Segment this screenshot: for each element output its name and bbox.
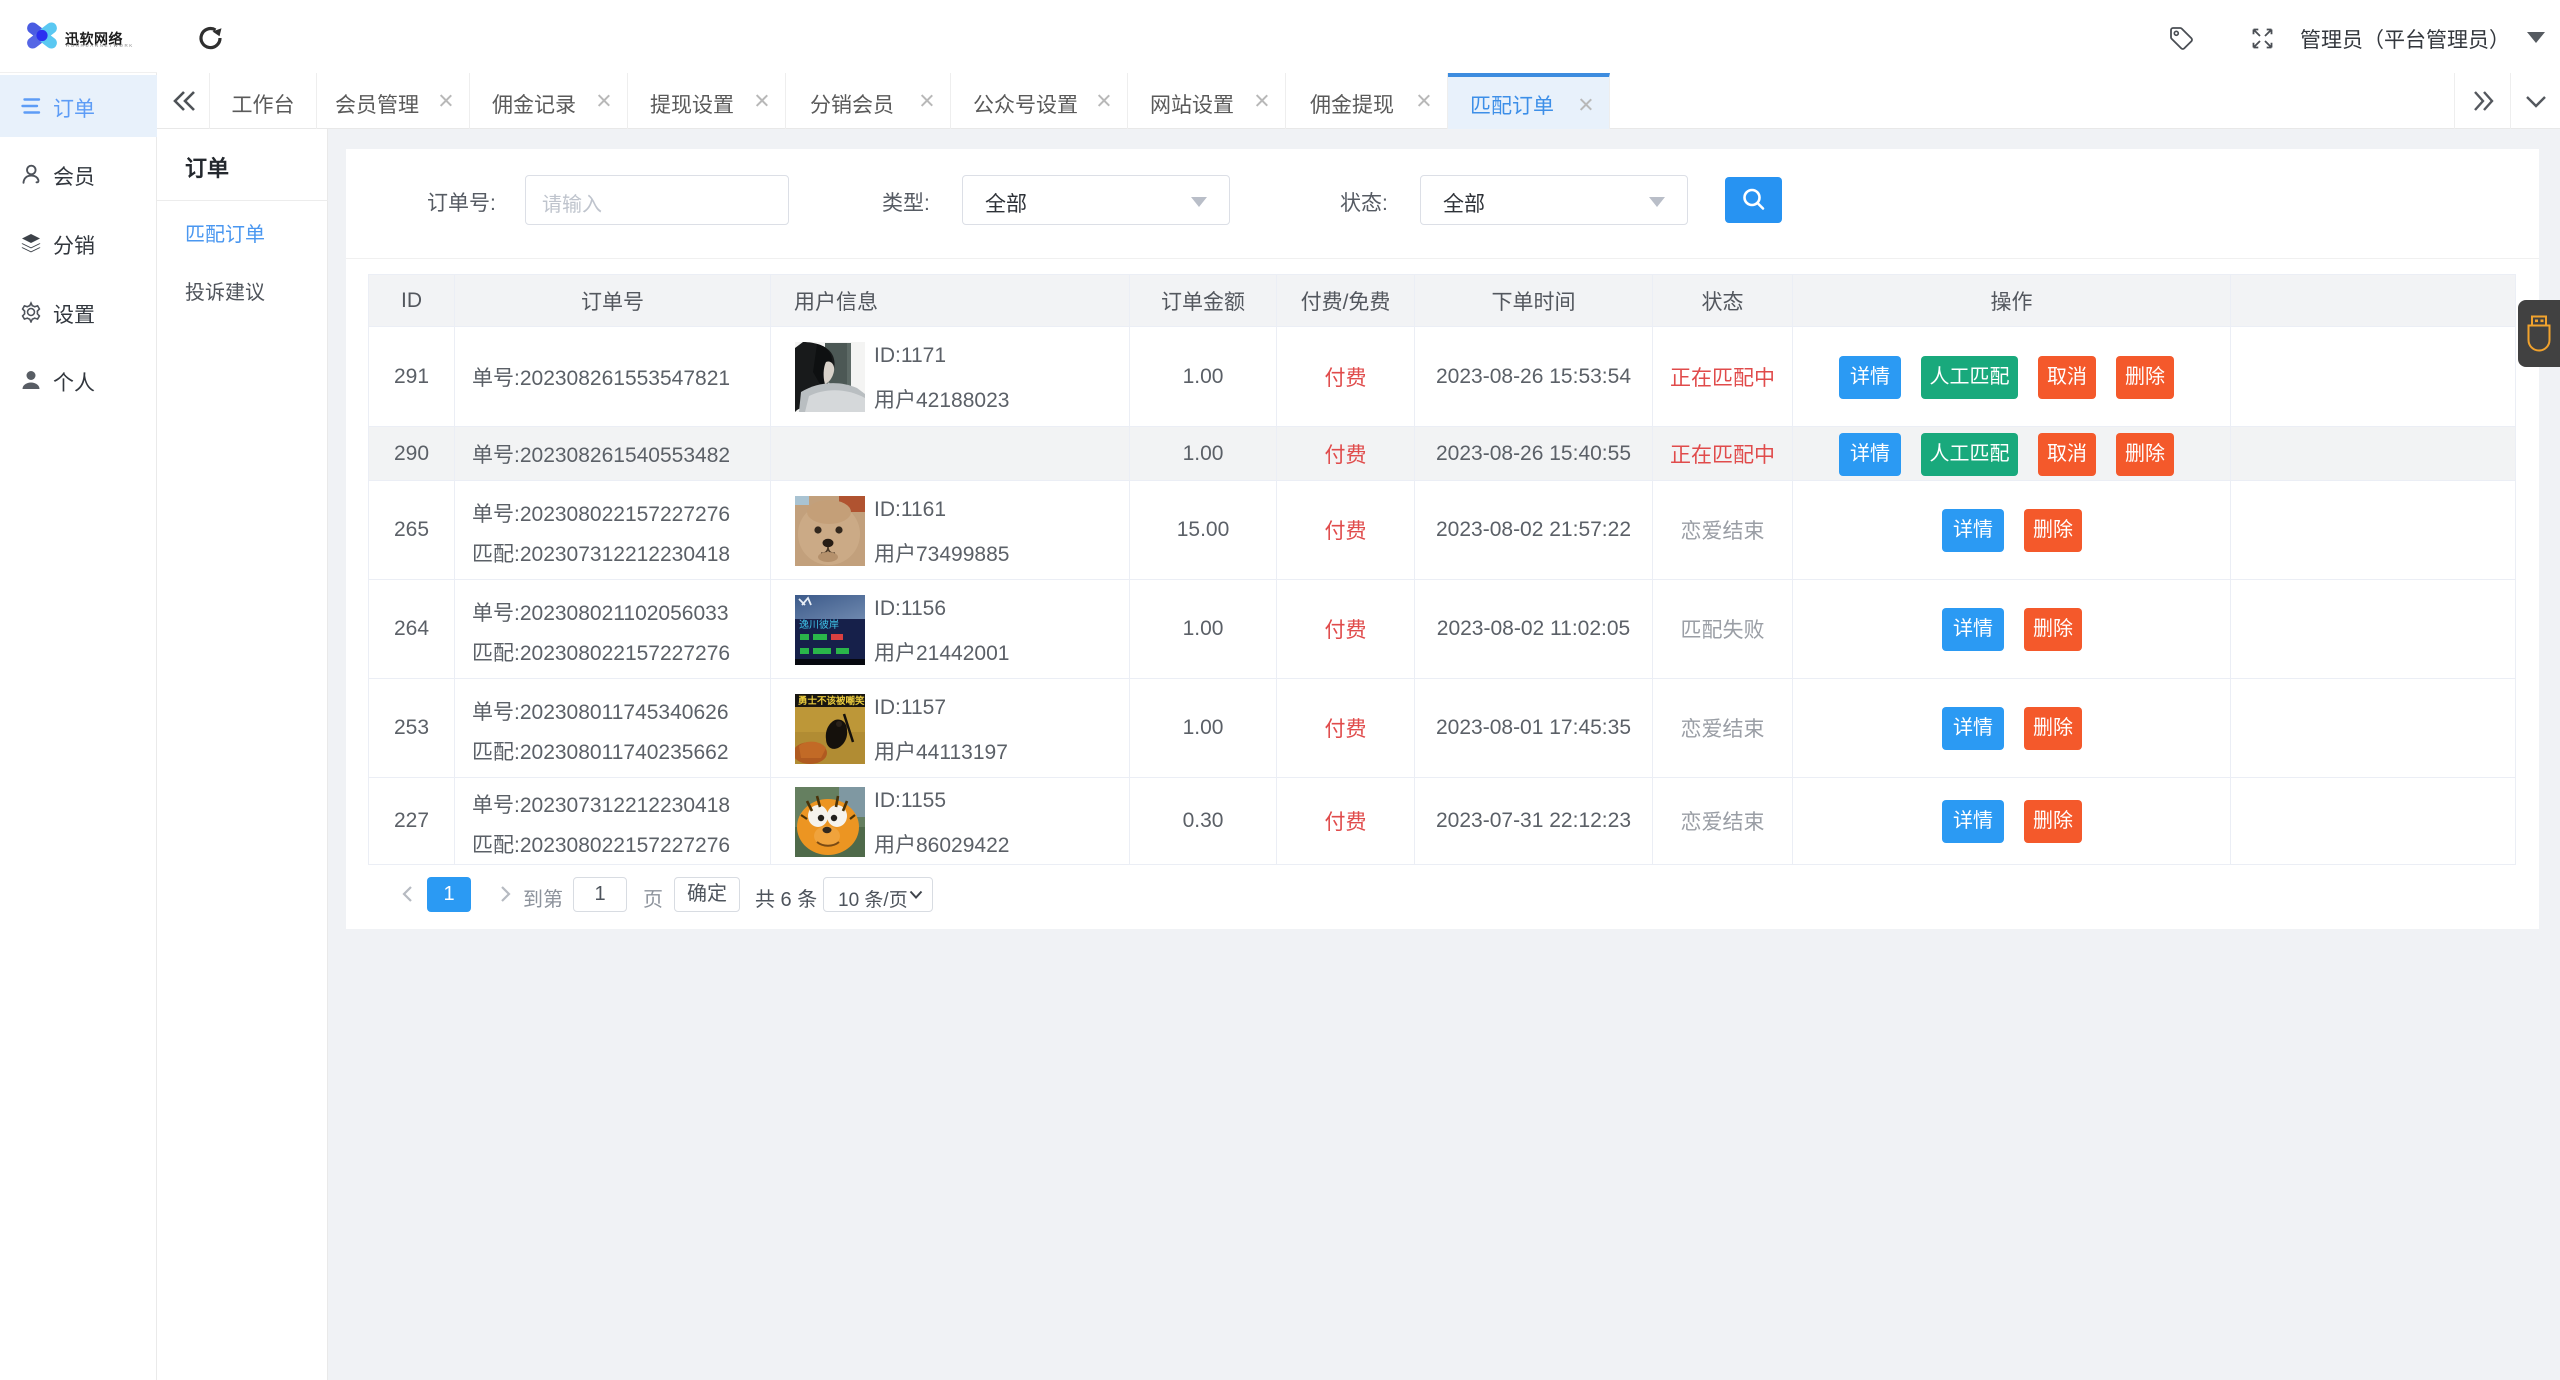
svg-text:勇士不该被嘲笑: 勇士不该被嘲笑 xyxy=(798,695,865,707)
svg-text:逸川彼岸: 逸川彼岸 xyxy=(799,618,839,631)
